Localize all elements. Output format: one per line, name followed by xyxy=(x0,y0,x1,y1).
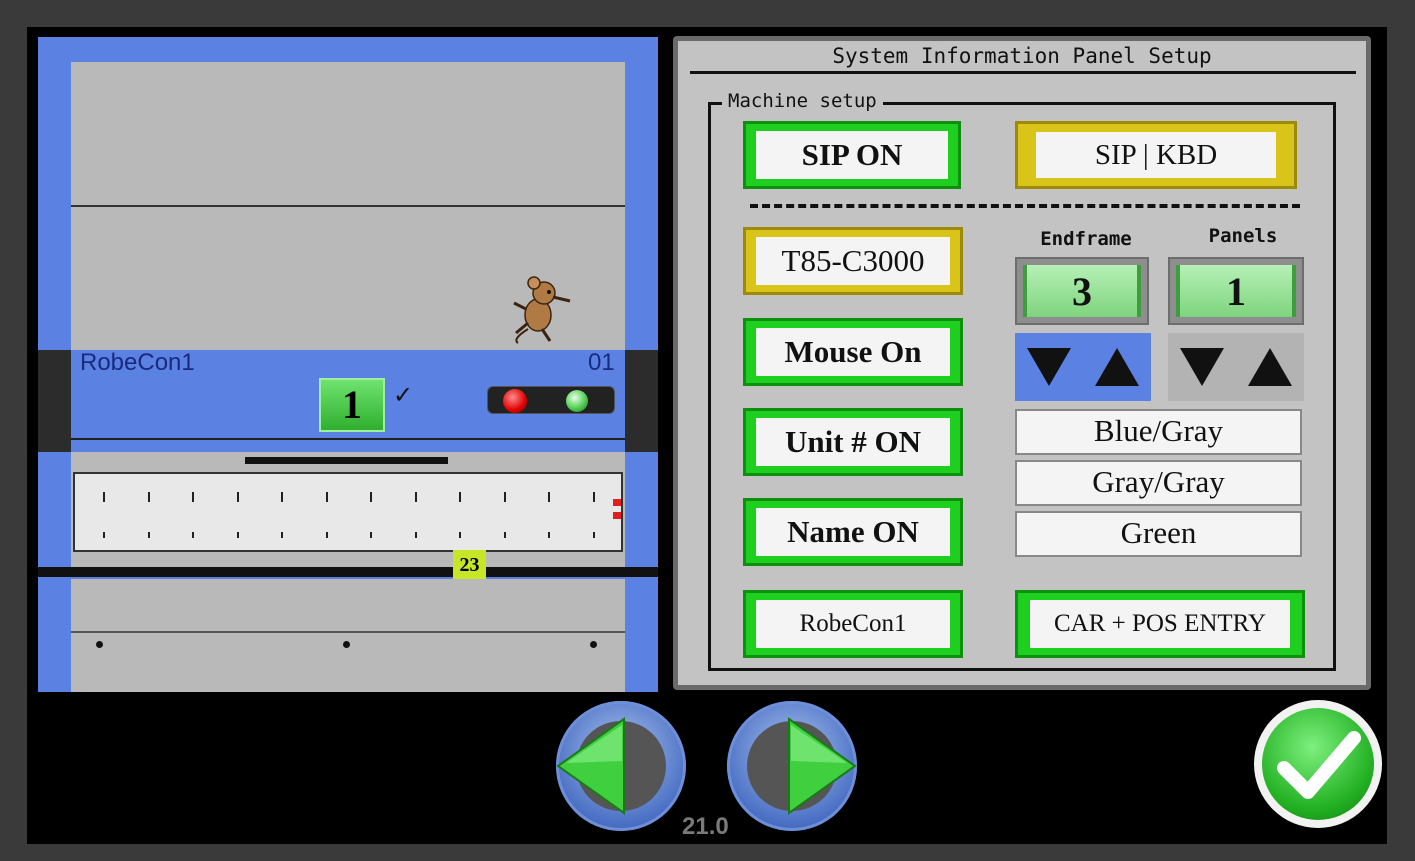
name-entry-value: RobeCon1 xyxy=(756,600,950,648)
scale-tick-minor xyxy=(592,532,595,538)
color-option-blue-gray[interactable]: Blue/Gray xyxy=(1015,409,1302,455)
machine-view: RobeCon1 01 1 ✓ 23 xyxy=(38,37,658,692)
endframe-stepper xyxy=(1015,333,1151,401)
model-label: T85-C3000 xyxy=(756,237,950,285)
green-light-icon xyxy=(566,390,588,412)
scale-tick xyxy=(147,492,150,502)
rail xyxy=(38,567,658,577)
checkmark-icon xyxy=(1277,731,1361,799)
group-label: Machine setup xyxy=(722,90,883,112)
panel-title: System Information Panel Setup xyxy=(832,44,1212,68)
name-entry-button[interactable]: RobeCon1 xyxy=(743,590,963,658)
unit-number-toggle-label: Unit # ON xyxy=(756,418,950,466)
position-badge: 23 xyxy=(453,550,486,580)
mouse-toggle-button[interactable]: Mouse On xyxy=(743,318,963,386)
name-toggle-label: Name ON xyxy=(756,508,950,556)
endframe-display: 3 xyxy=(1015,257,1149,325)
rivet xyxy=(590,641,597,648)
unit-number: 01 xyxy=(588,349,615,376)
scale-tick-minor xyxy=(459,532,461,538)
color-option-gray-gray[interactable]: Gray/Gray xyxy=(1015,460,1302,506)
version-label: 21.0 xyxy=(682,813,729,840)
rivet xyxy=(343,641,350,648)
scale-tick-minor xyxy=(236,532,239,538)
scale-tick xyxy=(281,492,283,502)
previous-button[interactable] xyxy=(556,701,686,831)
limit-marker-top xyxy=(613,499,621,506)
section-divider xyxy=(750,204,1300,208)
sip-kbd-button[interactable]: SIP | KBD xyxy=(1015,121,1297,189)
scale-tick xyxy=(103,492,105,502)
scale-tick-minor xyxy=(503,532,506,538)
endframe-value: 3 xyxy=(1023,265,1141,317)
endframe-increase-icon[interactable] xyxy=(1095,348,1139,386)
scale-tick xyxy=(503,492,506,502)
scale-tick xyxy=(370,492,372,502)
model-button[interactable]: T85-C3000 xyxy=(743,227,963,295)
sip-on-button[interactable]: SIP ON xyxy=(743,121,961,189)
scale-tick-minor xyxy=(325,532,328,538)
sip-on-label: SIP ON xyxy=(756,131,948,179)
scale-tick-minor xyxy=(370,532,372,538)
car-pos-entry-label: CAR + POS ENTRY xyxy=(1030,600,1290,648)
scale-tick-minor xyxy=(414,532,417,538)
mouse-mascot-icon xyxy=(513,276,571,344)
carrier-bar xyxy=(245,457,448,464)
check-mark-icon: ✓ xyxy=(393,382,414,409)
lower-divider xyxy=(71,631,625,633)
title-rule xyxy=(690,71,1356,74)
scale-tick xyxy=(459,492,461,502)
frame-left xyxy=(38,376,71,438)
panels-stepper xyxy=(1168,333,1304,401)
next-button[interactable] xyxy=(727,701,857,831)
limit-marker-bottom xyxy=(613,512,621,519)
car-number-button[interactable]: 1 xyxy=(319,378,385,432)
sip-kbd-label: SIP | KBD xyxy=(1036,132,1276,178)
red-light-icon xyxy=(503,389,527,413)
scale-tick xyxy=(548,492,550,502)
scale-ticks xyxy=(75,474,621,550)
scale-tick-minor xyxy=(103,532,105,538)
scale-tick xyxy=(592,492,595,502)
scale-tick-minor xyxy=(147,532,150,538)
unit-name: RobeCon1 xyxy=(80,349,195,376)
rivet xyxy=(96,641,103,648)
mouse-toggle-label: Mouse On xyxy=(756,328,950,376)
arrow-right-icon xyxy=(788,717,857,815)
scale-tick-minor xyxy=(281,532,283,538)
position-scale xyxy=(73,472,623,552)
unit-base xyxy=(71,438,625,452)
scale-tick xyxy=(192,492,194,502)
bay-divider xyxy=(71,205,625,207)
endframe-label: Endframe xyxy=(1040,228,1132,250)
panels-decrease-icon[interactable] xyxy=(1180,348,1224,386)
frame-right xyxy=(625,376,658,438)
scale-tick xyxy=(236,492,239,502)
arrow-left-icon xyxy=(556,717,625,815)
panels-display: 1 xyxy=(1168,257,1304,325)
unit-number-toggle-button[interactable]: Unit # ON xyxy=(743,408,963,476)
name-toggle-button[interactable]: Name ON xyxy=(743,498,963,566)
panels-value: 1 xyxy=(1176,265,1296,317)
scale-tick xyxy=(325,492,328,502)
scale-tick xyxy=(414,492,417,502)
panels-increase-icon[interactable] xyxy=(1248,348,1292,386)
color-option-green[interactable]: Green xyxy=(1015,511,1302,557)
endframe-decrease-icon[interactable] xyxy=(1027,348,1071,386)
confirm-button[interactable] xyxy=(1254,700,1382,828)
status-lights xyxy=(487,386,615,414)
car-pos-entry-button[interactable]: CAR + POS ENTRY xyxy=(1015,590,1305,658)
machine-lower-bay xyxy=(71,579,625,692)
scale-tick-minor xyxy=(192,532,194,538)
scale-tick-minor xyxy=(548,532,550,538)
panels-label: Panels xyxy=(1208,225,1278,247)
